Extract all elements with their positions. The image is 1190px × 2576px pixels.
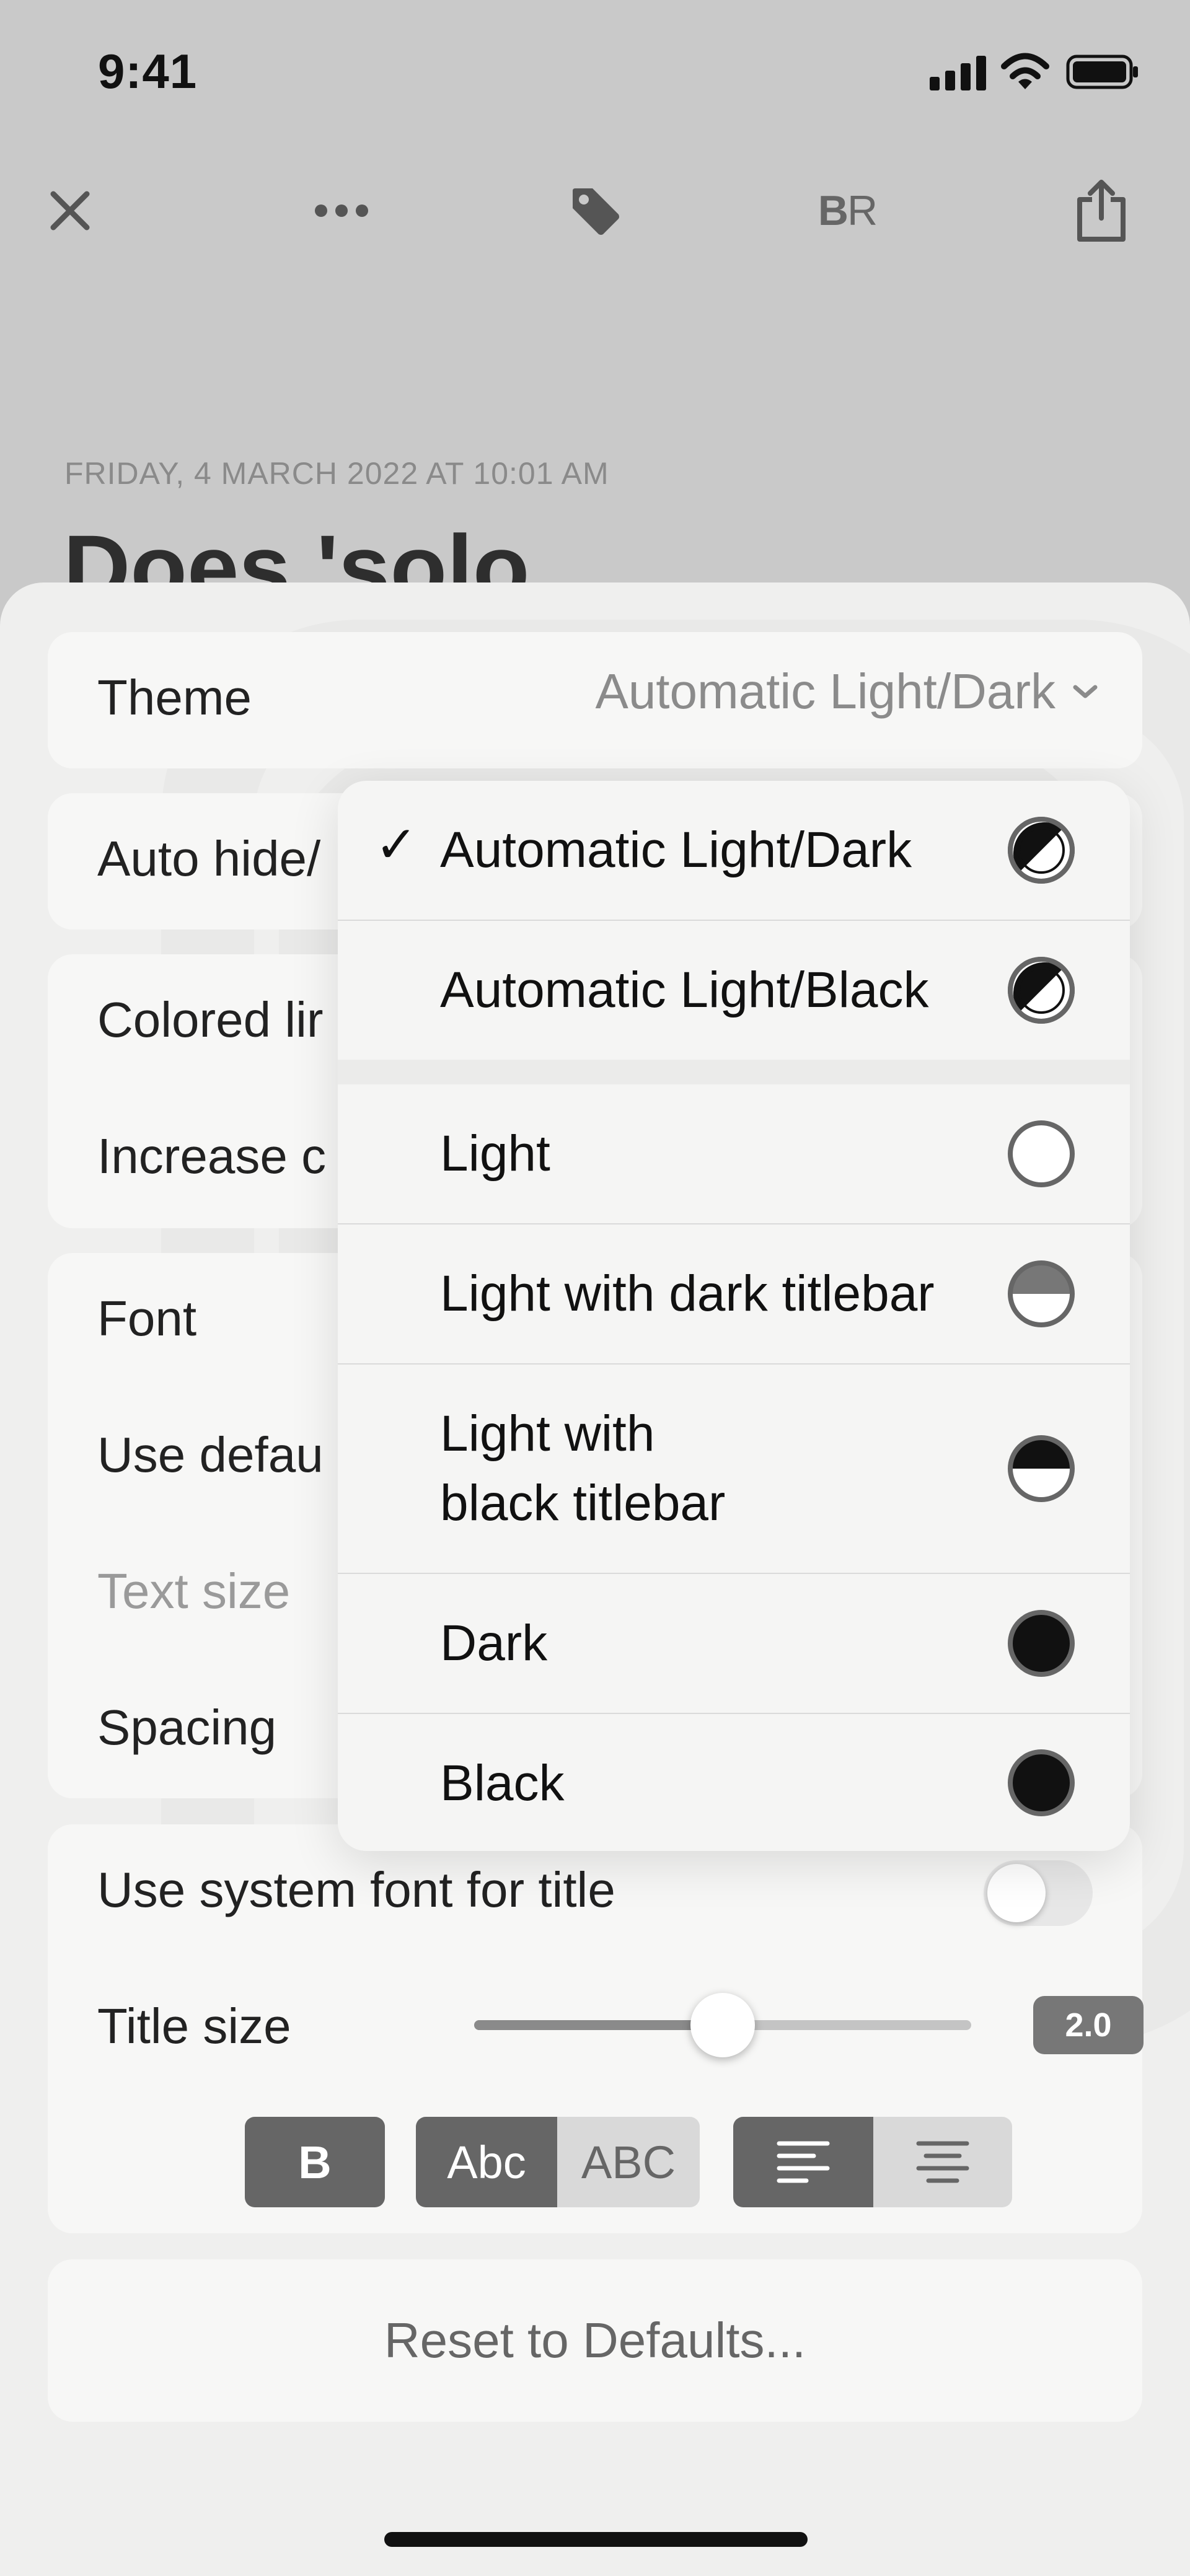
home-indicator xyxy=(384,2532,808,2547)
checkmark-icon: ✓ xyxy=(375,817,418,873)
toggle-knob xyxy=(987,1864,1046,1922)
menu-item-black[interactable]: Black xyxy=(338,1714,1130,1851)
menu-section-gap xyxy=(338,1060,1130,1084)
auto-hide-label: Auto hide/ xyxy=(97,831,321,886)
uppercase-title-button[interactable]: ABC xyxy=(557,2117,700,2207)
auto-half-icon xyxy=(1008,957,1075,1024)
theme-label: Theme xyxy=(97,670,252,725)
auto-half-icon xyxy=(1008,817,1075,884)
chevron-down-icon xyxy=(1073,685,1098,698)
theme-value[interactable]: Automatic Light/Dark xyxy=(595,663,1099,720)
ellipsis-icon[interactable] xyxy=(307,177,376,245)
top-half-black-circle-icon xyxy=(1008,1435,1075,1502)
bold-title-button[interactable]: B xyxy=(245,2117,385,2207)
tag-icon[interactable] xyxy=(561,177,629,245)
reset-to-defaults-button[interactable]: Reset to Defaults... xyxy=(48,2259,1142,2422)
status-time: 9:41 xyxy=(98,44,198,99)
filled-circle-icon xyxy=(1008,1749,1075,1816)
menu-item-dark[interactable]: Dark xyxy=(338,1574,1130,1713)
wifi-icon xyxy=(999,51,1051,90)
slider-fill xyxy=(474,2020,723,2030)
close-icon[interactable] xyxy=(36,177,104,245)
filled-circle-icon xyxy=(1008,1610,1075,1677)
align-left-icon xyxy=(777,2141,830,2183)
align-center-button[interactable] xyxy=(873,2117,1012,2207)
menu-item-light-black-titlebar[interactable]: Light with black titlebar xyxy=(338,1365,1130,1573)
system-font-title-label: Use system font for title xyxy=(97,1862,615,1917)
menu-item-automatic-light-black[interactable]: Automatic Light/Black xyxy=(338,921,1130,1060)
title-size-value-badge: 2.0 xyxy=(1033,1996,1144,2054)
capitalized-title-button[interactable]: Abc xyxy=(416,2117,557,2207)
text-size-label: Text size xyxy=(97,1563,291,1619)
spacing-label: Spacing xyxy=(97,1700,277,1755)
menu-item-light-dark-titlebar[interactable]: Light with dark titlebar xyxy=(338,1224,1130,1363)
note-date: FRIDAY, 4 MARCH 2022 AT 10:01 AM xyxy=(64,456,609,491)
use-default-label: Use defau xyxy=(97,1427,324,1482)
reader-mode-button[interactable]: BR xyxy=(813,177,881,245)
battery-icon xyxy=(1066,55,1139,89)
align-left-button[interactable] xyxy=(733,2117,873,2207)
top-half-gray-circle-icon xyxy=(1008,1260,1075,1327)
empty-circle-icon xyxy=(1008,1120,1075,1187)
system-font-title-toggle[interactable] xyxy=(984,1860,1093,1926)
share-icon[interactable] xyxy=(1067,177,1135,245)
font-label: Font xyxy=(97,1291,197,1346)
theme-row[interactable]: Theme Automatic Light/Dark xyxy=(48,632,1142,768)
title-size-label: Title size xyxy=(97,1998,291,2054)
theme-dropdown-menu: ✓ Automatic Light/Dark Automatic Light/B… xyxy=(338,781,1130,1851)
increase-contrast-label: Increase c xyxy=(97,1128,327,1184)
colored-lines-label: Colored lir xyxy=(97,992,324,1047)
menu-item-automatic-light-dark[interactable]: ✓ Automatic Light/Dark xyxy=(338,781,1130,920)
cellular-signal-icon xyxy=(930,56,987,90)
slider-thumb[interactable] xyxy=(690,1993,755,2057)
menu-item-light[interactable]: Light xyxy=(338,1084,1130,1223)
title-settings-group: Use system font for title Title size 2.0… xyxy=(48,1824,1144,2233)
align-center-icon xyxy=(916,2141,969,2183)
